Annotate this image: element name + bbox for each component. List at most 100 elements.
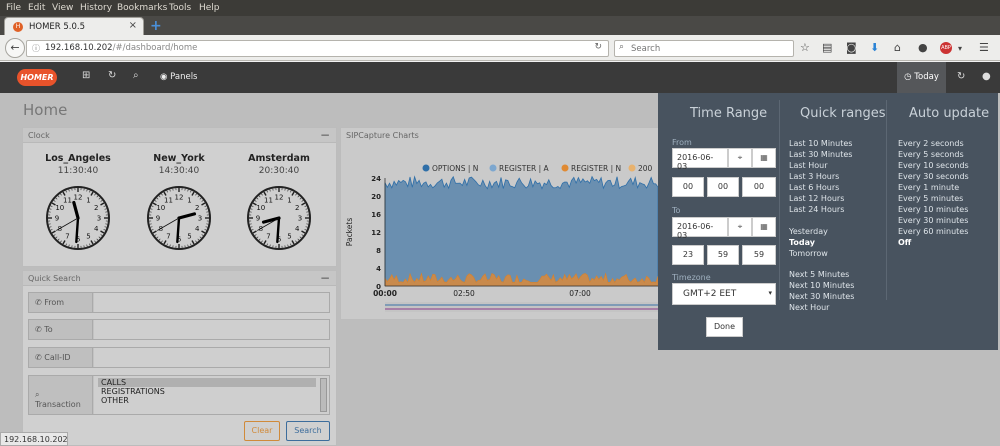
- range-last-24-hours[interactable]: Last 24 Hours: [789, 204, 852, 215]
- legend-label[interactable]: REGISTER | A: [499, 164, 550, 173]
- update-every-10-minutes[interactable]: Every 10 minutes: [898, 204, 969, 215]
- from-hour-input[interactable]: 00: [672, 177, 704, 197]
- range-yesterday[interactable]: Yesterday: [789, 226, 828, 237]
- menu-bookmarks[interactable]: Bookmarks: [117, 3, 167, 13]
- update-every-10-seconds[interactable]: Every 10 seconds: [898, 160, 969, 171]
- homer-logo[interactable]: HOMER: [17, 69, 57, 86]
- clock-numeral: 12: [175, 194, 184, 202]
- from-input[interactable]: [94, 293, 329, 312]
- update-every-30-minutes[interactable]: Every 30 minutes: [898, 215, 969, 226]
- bookmark-star-icon[interactable]: ☆: [800, 41, 810, 54]
- to-calendar-button[interactable]: ▦: [752, 217, 776, 237]
- auto-update-list: Every 2 seconds Every 5 seconds Every 10…: [898, 138, 969, 248]
- from-calendar-button[interactable]: ▦: [752, 148, 776, 168]
- search-button[interactable]: Search: [286, 421, 330, 441]
- chat-icon[interactable]: ●: [918, 41, 928, 54]
- browser-search-box[interactable]: ⌕: [614, 40, 794, 57]
- transaction-option-other[interactable]: OTHER: [98, 396, 325, 405]
- menu-view[interactable]: View: [52, 3, 73, 13]
- to-hour-input[interactable]: 23: [672, 245, 704, 265]
- range-last-10-minutes[interactable]: Last 10 Minutes: [789, 138, 852, 149]
- update-every-30-seconds[interactable]: Every 30 seconds: [898, 171, 969, 182]
- url-bar[interactable]: ⓘ 192.168.10.202/#/dashboard/home ↻: [26, 40, 609, 57]
- legend-label[interactable]: OPTIONS | N: [432, 164, 478, 173]
- add-panel-icon[interactable]: ⊞: [82, 70, 90, 81]
- update-every-60-minutes[interactable]: Every 60 minutes: [898, 226, 969, 237]
- to-minute-input[interactable]: 59: [707, 245, 739, 265]
- search-app-icon[interactable]: ⌕: [133, 70, 139, 81]
- menu-help[interactable]: Help: [199, 3, 220, 13]
- charts-panel-title: SIPCapture Charts: [346, 131, 419, 140]
- legend-label[interactable]: 200: [638, 164, 653, 173]
- range-last-hour[interactable]: Last Hour: [789, 160, 852, 171]
- to-now-button[interactable]: ⌖: [728, 217, 752, 237]
- download-icon[interactable]: ⬇: [870, 41, 879, 54]
- browser-search-input[interactable]: [631, 42, 789, 55]
- new-tab-icon[interactable]: +: [150, 18, 162, 34]
- menu-edit[interactable]: Edit: [28, 3, 45, 13]
- from-minute-input[interactable]: 00: [707, 177, 739, 197]
- close-tab-icon[interactable]: ×: [129, 20, 137, 31]
- reload-app-icon[interactable]: ↻: [957, 71, 965, 82]
- update-every-5-seconds[interactable]: Every 5 seconds: [898, 149, 969, 160]
- to-date-label: To: [672, 206, 681, 215]
- update-every-5-minutes[interactable]: Every 5 minutes: [898, 193, 969, 204]
- to-second-input[interactable]: 59: [742, 245, 776, 265]
- x-tick-label: 00:00: [373, 289, 397, 298]
- range-last-12-hours[interactable]: Last 12 Hours: [789, 193, 852, 204]
- range-navigator[interactable]: [385, 302, 658, 312]
- range-last-3-hours[interactable]: Last 3 Hours: [789, 171, 852, 182]
- y-tick-label: 8: [376, 247, 381, 255]
- transaction-option-registrations[interactable]: REGISTRATIONS: [98, 387, 325, 396]
- range-tomorrow[interactable]: Tomorrow: [789, 248, 828, 259]
- callid-input[interactable]: [94, 348, 329, 367]
- clock-numeral: 1: [287, 196, 291, 204]
- minimize-icon[interactable]: −: [320, 271, 330, 285]
- range-last-30-minutes[interactable]: Last 30 Minutes: [789, 149, 852, 160]
- hamburger-menu-icon[interactable]: ☰: [979, 41, 989, 54]
- update-every-1-minute[interactable]: Every 1 minute: [898, 182, 969, 193]
- home-icon[interactable]: ⌂: [894, 41, 901, 54]
- menu-tools[interactable]: Tools: [169, 3, 191, 13]
- range-next-30-minutes[interactable]: Next 30 Minutes: [789, 291, 854, 302]
- pocket-icon[interactable]: ◙: [846, 41, 857, 54]
- charts-panel-header: SIPCapture Charts: [341, 128, 659, 143]
- minimize-icon[interactable]: −: [320, 128, 330, 142]
- browser-tab[interactable]: H HOMER 5.0.5 ×: [4, 17, 144, 36]
- clear-button[interactable]: Clear: [244, 421, 280, 441]
- refresh-icon[interactable]: ↻: [108, 70, 116, 81]
- phone-icon: ✆: [35, 325, 45, 334]
- range-today[interactable]: Today: [789, 237, 828, 248]
- calendar-icon: ▦: [760, 222, 768, 231]
- menu-history[interactable]: History: [80, 3, 112, 13]
- back-button[interactable]: ←: [5, 38, 25, 58]
- addon-dropdown-icon[interactable]: ▾: [958, 44, 962, 53]
- transaction-select[interactable]: CALLS REGISTRATIONS OTHER: [94, 376, 329, 414]
- legend-label[interactable]: REGISTER | N: [571, 164, 621, 173]
- clock-numeral: 1: [86, 196, 90, 204]
- reading-list-icon[interactable]: ▤: [822, 41, 832, 54]
- to-input[interactable]: [94, 320, 329, 339]
- menu-file[interactable]: File: [6, 3, 21, 13]
- addon-icon[interactable]: ABP: [940, 42, 952, 54]
- reload-icon[interactable]: ↻: [594, 42, 602, 52]
- range-next-10-minutes[interactable]: Next 10 Minutes: [789, 280, 854, 291]
- panels-menu[interactable]: ◉ Panels: [160, 72, 197, 82]
- today-button[interactable]: ◷ Today: [897, 62, 946, 93]
- info-icon[interactable]: ⓘ: [32, 43, 40, 54]
- update-off[interactable]: Off: [898, 237, 969, 248]
- range-next-hour[interactable]: Next Hour: [789, 302, 854, 313]
- from-now-button[interactable]: ⌖: [728, 148, 752, 168]
- transaction-scrollbar[interactable]: [320, 378, 327, 412]
- timezone-select[interactable]: GMT+2 EET ▾: [672, 283, 776, 305]
- user-icon[interactable]: ●: [982, 71, 991, 82]
- range-last-6-hours[interactable]: Last 6 Hours: [789, 182, 852, 193]
- from-second-input[interactable]: 00: [742, 177, 776, 197]
- update-every-2-seconds[interactable]: Every 2 seconds: [898, 138, 969, 149]
- range-next-5-minutes[interactable]: Next 5 Minutes: [789, 269, 854, 280]
- to-date-input[interactable]: 2016-06-03: [672, 217, 728, 240]
- transaction-option-calls[interactable]: CALLS: [98, 378, 316, 387]
- done-button[interactable]: Done: [706, 317, 743, 337]
- divider: [886, 100, 887, 300]
- from-date-input[interactable]: 2016-06-03: [672, 148, 728, 171]
